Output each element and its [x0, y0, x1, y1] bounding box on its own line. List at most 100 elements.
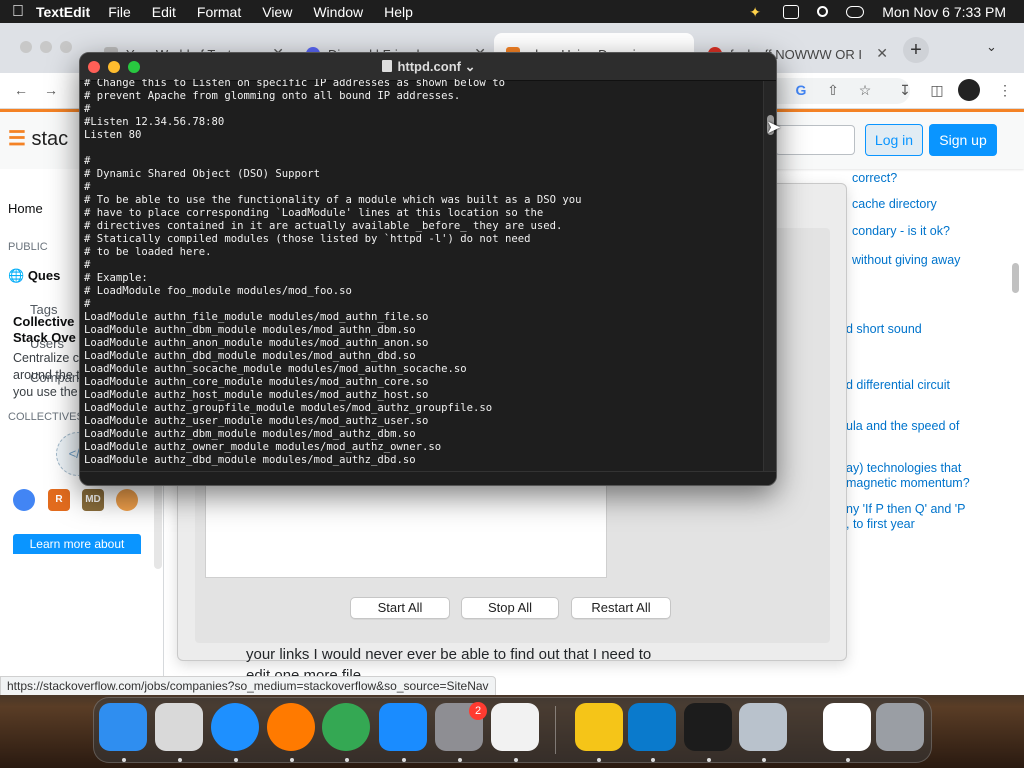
share-icon[interactable]: ⇧	[824, 81, 842, 99]
text-line[interactable]: #	[84, 259, 760, 272]
text-line[interactable]: #	[84, 181, 760, 194]
hot-question-link[interactable]: ula and the speed of	[846, 419, 959, 434]
text-line[interactable]: LoadModule authn_dbd_module modules/mod_…	[84, 350, 760, 363]
dock-app-store-icon[interactable]	[379, 703, 427, 751]
menu-window[interactable]: Window	[313, 4, 363, 20]
dock-preview-document-icon[interactable]	[823, 703, 871, 751]
text-line[interactable]: #Listen 12.34.56.78:80	[84, 116, 760, 129]
close-tab-icon[interactable]: ✕	[876, 45, 888, 62]
login-button[interactable]: Log in	[865, 124, 923, 156]
learn-more-button[interactable]: Learn more about	[13, 534, 141, 554]
text-line[interactable]: LoadModule authn_dbm_module modules/mod_…	[84, 324, 760, 337]
text-line[interactable]: # Example:	[84, 272, 760, 285]
hot-question-link[interactable]: without giving away	[852, 253, 960, 268]
search-input[interactable]	[775, 125, 855, 155]
hot-question-link[interactable]: cache directory	[852, 197, 937, 212]
dock-chrome-icon[interactable]	[322, 703, 370, 751]
dock-trash-icon[interactable]	[876, 703, 924, 751]
text-line[interactable]: LoadModule authz_host_module modules/mod…	[84, 389, 760, 402]
nav-home[interactable]: Home	[8, 201, 43, 216]
text-line[interactable]: # Statically compiled modules (those lis…	[84, 233, 760, 246]
start-all-button[interactable]: Start All	[350, 597, 450, 619]
ethereum-collective-icon[interactable]	[116, 489, 138, 511]
menu-view[interactable]: View	[262, 4, 292, 20]
text-line[interactable]: # Change this to Listen on specific IP a…	[84, 79, 760, 90]
text-line[interactable]: #	[84, 155, 760, 168]
dock-launchpad-icon[interactable]	[155, 703, 203, 751]
apple-icon[interactable]: 	[0, 3, 36, 21]
text-line[interactable]: Listen 80	[84, 129, 760, 142]
menu-format[interactable]: Format	[197, 4, 241, 20]
menu-clock[interactable]: Mon Nov 6 7:33 PM	[882, 4, 1006, 20]
dock-finder-icon[interactable]	[99, 703, 147, 751]
cyberduck-menu-icon[interactable]: ✦	[749, 5, 765, 19]
menu-app-name[interactable]: TextEdit	[36, 4, 90, 20]
tab-search-chevron-icon[interactable]: ⌄	[986, 39, 997, 55]
control-center-icon[interactable]	[846, 5, 865, 18]
dock-running-indicator	[178, 758, 182, 762]
hot-question-link[interactable]: condary - is it ok?	[852, 224, 950, 239]
text-line[interactable]: #	[84, 103, 760, 116]
download-icon[interactable]: ↧	[896, 81, 914, 99]
bookmark-star-icon[interactable]: ☆	[856, 81, 874, 99]
text-line[interactable]: LoadModule authn_anon_module modules/mod…	[84, 337, 760, 350]
back-arrow-icon[interactable]: ←	[12, 81, 30, 99]
textedit-titlebar[interactable]: httpd.conf ⌄	[80, 53, 776, 81]
text-line[interactable]: LoadModule authn_socache_module modules/…	[84, 363, 760, 376]
forward-arrow-icon[interactable]: →	[42, 81, 60, 99]
text-line[interactable]: # prevent Apache from glomming onto all …	[84, 90, 760, 103]
side-panel-icon[interactable]: ◫	[928, 81, 946, 99]
google-cloud-collective-icon[interactable]	[13, 489, 35, 511]
dock-xampp-manager-icon[interactable]	[739, 703, 787, 751]
more-menu-icon[interactable]: ⋮	[996, 81, 1014, 99]
text-line[interactable]: LoadModule authz_dbd_module modules/mod_…	[84, 454, 760, 467]
google-lens-icon[interactable]: G	[792, 81, 810, 99]
zoom-window-icon[interactable]	[60, 41, 72, 53]
text-line[interactable]: LoadModule authz_owner_module modules/mo…	[84, 441, 760, 454]
text-line[interactable]: # LoadModule foo_module modules/mod_foo.…	[84, 285, 760, 298]
dock-vscode-icon[interactable]	[628, 703, 676, 751]
text-line[interactable]: #	[84, 298, 760, 311]
text-line[interactable]	[84, 142, 760, 155]
text-line[interactable]: LoadModule authz_dbm_module modules/mod_…	[84, 428, 760, 441]
hot-question-link[interactable]: d short sound	[846, 322, 922, 337]
text-line[interactable]: LoadModule authz_user_module modules/mod…	[84, 415, 760, 428]
text-line[interactable]: LoadModule authn_file_module modules/mod…	[84, 311, 760, 324]
textedit-scrollbar[interactable]	[763, 81, 776, 471]
hot-question-link[interactable]: ay) technologies that magnetic momentum?	[846, 461, 970, 491]
dock-safari-icon[interactable]	[211, 703, 259, 751]
minimize-window-icon[interactable]	[40, 41, 52, 53]
text-line[interactable]: # directives contained in it are actuall…	[84, 220, 760, 233]
new-tab-button[interactable]: +	[903, 37, 929, 63]
profile-avatar-icon[interactable]	[958, 79, 980, 101]
signup-button[interactable]: Sign up	[929, 124, 997, 156]
textedit-text-area[interactable]: # Change this to Listen on specific IP a…	[84, 79, 760, 473]
document-title[interactable]: httpd.conf ⌄	[80, 59, 776, 75]
dock-terminal-icon[interactable]	[684, 703, 732, 751]
text-line[interactable]: # Dynamic Shared Object (DSO) Support	[84, 168, 760, 181]
menu-edit[interactable]: Edit	[152, 4, 176, 20]
dock-textedit-icon[interactable]	[491, 703, 539, 751]
spotlight-search-icon[interactable]	[817, 6, 829, 17]
text-line[interactable]: LoadModule authz_groupfile_module module…	[84, 402, 760, 415]
text-line[interactable]: # To be able to use the functionality of…	[84, 194, 760, 207]
dock-cyberduck-icon[interactable]	[575, 703, 623, 751]
text-line[interactable]: # to be loaded here.	[84, 246, 760, 259]
hot-question-link[interactable]: correct?	[852, 171, 897, 186]
stop-all-button[interactable]: Stop All	[461, 597, 559, 619]
hot-question-link[interactable]: d differential circuit	[846, 378, 950, 393]
menu-file[interactable]: File	[108, 4, 131, 20]
hot-question-link[interactable]: ny 'If P then Q' and 'P , to first year	[846, 502, 966, 532]
restart-all-button[interactable]: Restart All	[571, 597, 671, 619]
stackoverflow-logo[interactable]: ☰ stac	[8, 126, 68, 151]
nav-questions[interactable]: 🌐 Ques	[8, 268, 60, 284]
screen-mirroring-icon[interactable]	[783, 4, 800, 19]
menu-help[interactable]: Help	[384, 4, 413, 20]
dock-firefox-icon[interactable]	[267, 703, 315, 751]
page-scrollbar-thumb[interactable]	[1012, 263, 1019, 293]
r-language-collective-icon[interactable]: R	[48, 489, 70, 511]
text-line[interactable]: # have to place corresponding `LoadModul…	[84, 207, 760, 220]
text-line[interactable]: LoadModule authn_core_module modules/mod…	[84, 376, 760, 389]
markdown-collective-icon[interactable]: MD	[82, 489, 104, 511]
close-window-icon[interactable]	[20, 41, 32, 53]
